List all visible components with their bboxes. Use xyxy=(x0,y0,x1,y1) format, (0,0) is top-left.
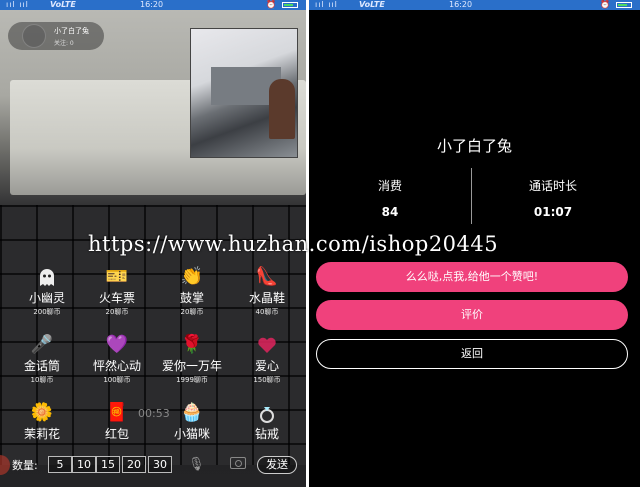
anchor-avatar[interactable] xyxy=(22,24,46,48)
stat-label: 通话时长 xyxy=(528,179,577,193)
gift-send-bar: 数量: 5 10 15 20 30 🎙 发送 xyxy=(0,453,306,477)
stat-value: 84 xyxy=(381,205,399,219)
remote-video-preview[interactable] xyxy=(190,28,298,158)
jasmine-icon: 🌼 xyxy=(30,402,54,423)
stat-duration: 通话时长 01:07 xyxy=(472,177,634,219)
stat-value: 01:07 xyxy=(533,205,573,219)
gift-item[interactable]: 👏 鼓掌 20聊币 xyxy=(157,266,227,317)
call-timer: 00:53 xyxy=(138,407,170,420)
gift-name: 红包 xyxy=(104,427,129,441)
roses-icon: 🌹 xyxy=(180,334,204,355)
gift-item[interactable]: 🎫 火车票 20聊币 xyxy=(82,266,152,317)
alarm-icon: ⏰ xyxy=(600,0,610,9)
quantity-option[interactable]: 5 xyxy=(48,456,72,473)
gift-item[interactable]: 爱心 150聊币 xyxy=(232,334,302,385)
gift-price: 40聊币 xyxy=(255,308,279,316)
gift-name: 钻戒 xyxy=(254,427,279,441)
gift-name: 火车票 xyxy=(98,291,135,305)
microphone-icon: 🎤 xyxy=(30,334,54,355)
heartbeat-icon: 💜 xyxy=(105,334,129,355)
gift-name: 爱心 xyxy=(254,359,279,373)
gift-item[interactable]: 🌼 茉莉花 xyxy=(7,402,77,442)
battery-icon xyxy=(282,2,298,8)
gift-item[interactable]: 👠 水晶鞋 40聊币 xyxy=(232,266,302,317)
quantity-option[interactable]: 15 xyxy=(96,456,120,473)
gift-item[interactable]: 钻戒 xyxy=(232,402,302,442)
callee-name: 小了白了兔 xyxy=(436,137,512,155)
gift-name: 爱你一万年 xyxy=(161,359,222,373)
ghost-icon xyxy=(34,266,60,288)
gift-item[interactable]: 🎤 金话筒 10聊币 xyxy=(7,334,77,385)
anchor-name: 小了白了兔 xyxy=(54,27,89,35)
stat-label: 消费 xyxy=(377,179,402,193)
gift-name: 小猫咪 xyxy=(173,427,210,441)
gift-name: 金话筒 xyxy=(23,359,60,373)
gift-price: 20聊币 xyxy=(105,308,129,316)
stat-spend: 消费 84 xyxy=(309,177,471,219)
volte-label: VoLTE xyxy=(359,0,385,9)
volte-label: VoLTE xyxy=(50,0,76,9)
like-button[interactable]: 么么哒,点我,给他一个赞吧! xyxy=(316,262,628,292)
battery-icon xyxy=(616,2,632,8)
train-ticket-icon: 🎫 xyxy=(105,266,129,287)
status-bar: ııl ııl VoLTE 16:20 ⏰ xyxy=(0,0,306,10)
signal-icon: ııl ııl xyxy=(315,0,338,9)
back-button[interactable]: 返回 xyxy=(316,339,628,369)
quantity-label: 数量: xyxy=(12,459,38,472)
crystal-shoe-icon: 👠 xyxy=(255,266,279,287)
gift-price: 20聊币 xyxy=(180,308,204,316)
red-envelope-icon: 🧧 xyxy=(105,402,129,423)
alarm-icon: ⏰ xyxy=(266,0,276,9)
gift-name: 鼓掌 xyxy=(179,291,204,305)
gift-price: 10聊币 xyxy=(30,376,54,384)
mute-mic-icon[interactable]: 🎙 xyxy=(188,457,205,472)
clock: 16:20 xyxy=(140,0,164,9)
heart-icon xyxy=(254,334,280,356)
gift-name: 怦然心动 xyxy=(92,359,141,373)
status-bar: ııl ııl VoLTE 16:20 ⏰ xyxy=(309,0,640,10)
gift-price: 100聊币 xyxy=(103,376,131,384)
applause-icon: 👏 xyxy=(180,266,204,287)
preview-person xyxy=(269,79,295,139)
watermark-url: https://www.huzhan.com/ishop20445 xyxy=(88,232,499,256)
gift-price: 200聊币 xyxy=(33,308,61,316)
cat-icon: 🧁 xyxy=(180,402,204,423)
gift-item[interactable]: 💜 怦然心动 100聊币 xyxy=(82,334,152,385)
quantity-option[interactable]: 30 xyxy=(148,456,172,473)
gift-item[interactable]: 小幽灵 200聊币 xyxy=(12,266,82,317)
gift-price: 1999聊币 xyxy=(176,376,208,384)
quantity-option[interactable]: 20 xyxy=(122,456,146,473)
anchor-follow-count: 关注: 0 xyxy=(54,40,74,47)
gift-name: 水晶鞋 xyxy=(248,291,285,305)
rate-button[interactable]: 评价 xyxy=(316,300,628,330)
diamond-ring-icon xyxy=(254,402,280,424)
quantity-option[interactable]: 10 xyxy=(72,456,96,473)
send-gift-button[interactable]: 发送 xyxy=(257,456,297,474)
gift-item[interactable]: 🌹 爱你一万年 1999聊币 xyxy=(157,334,227,385)
gift-price: 150聊币 xyxy=(253,376,281,384)
gift-name: 茉莉花 xyxy=(23,427,60,441)
switch-camera-icon[interactable] xyxy=(230,457,246,469)
gift-name: 小幽灵 xyxy=(28,291,65,305)
signal-icon: ııl ııl xyxy=(6,0,29,9)
clock: 16:20 xyxy=(449,0,473,9)
